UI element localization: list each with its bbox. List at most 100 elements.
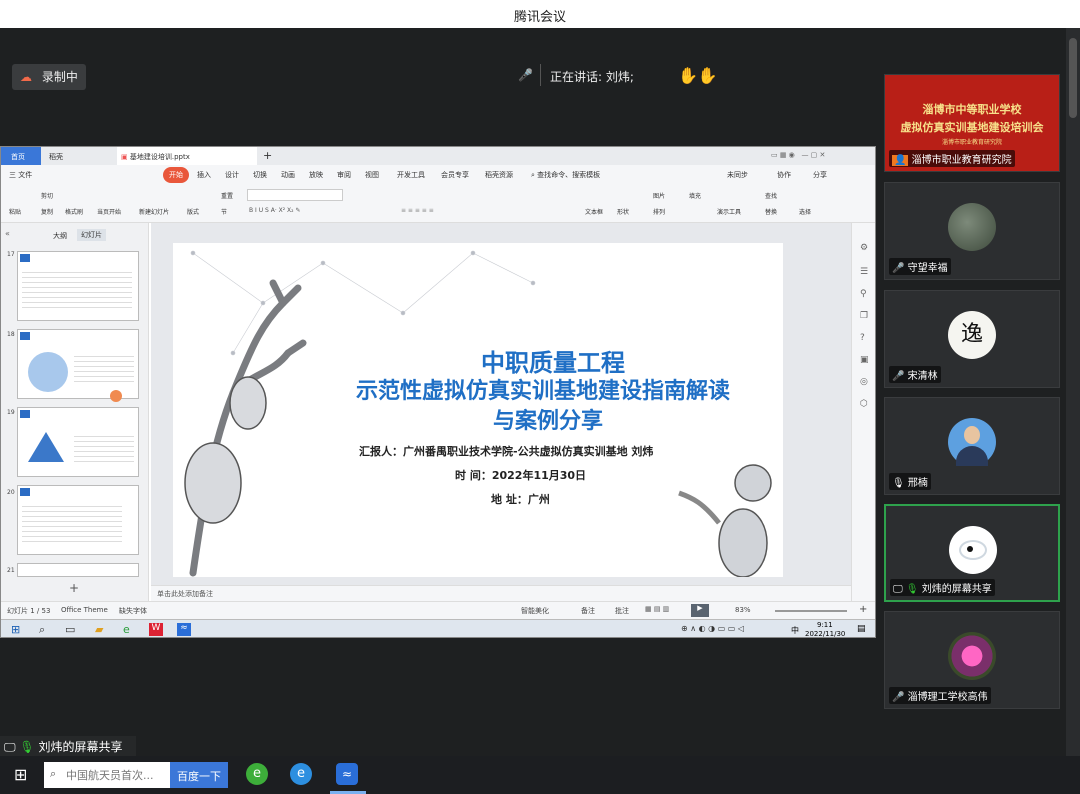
ribbon-textbox[interactable]: 文本框 xyxy=(585,207,603,216)
ribbon-select[interactable]: 选择 xyxy=(799,207,811,216)
align-icons[interactable]: ≡ ≡ ≡ ≡ ≡ xyxy=(401,207,434,214)
ribbon-picture[interactable]: 图片 xyxy=(653,191,665,200)
slide-thumbnail[interactable] xyxy=(17,485,139,555)
notes-toggle[interactable]: 备注 xyxy=(581,606,595,616)
recording-indicator[interactable]: ☁ 录制中 xyxy=(12,64,86,90)
collab-button[interactable]: 协作 xyxy=(777,170,791,180)
slide-thumbnail[interactable] xyxy=(17,407,139,477)
comments-toggle[interactable]: 批注 xyxy=(615,606,629,616)
participant-tile[interactable]: 逸 🎤 宋清林 xyxy=(884,290,1060,388)
menu-review[interactable]: 审阅 xyxy=(337,170,351,180)
browser-icon[interactable]: e xyxy=(123,623,130,636)
ime-indicator[interactable]: 中 xyxy=(791,625,799,636)
menu-design[interactable]: 设计 xyxy=(225,170,239,180)
slide-thumbnail[interactable] xyxy=(17,251,139,321)
participant-name-label: 淄博理工学校高伟 xyxy=(907,692,988,703)
participant-tile[interactable]: 🎤 守望幸福 xyxy=(884,182,1060,280)
tray-icons[interactable]: ⊕ ∧ ◐ ◑ ▭ ▭ ◁ xyxy=(681,624,744,633)
menu-docer-res[interactable]: 稻壳资源 xyxy=(485,170,513,180)
format-icons[interactable]: B I U S A· X² X₂ ✎ xyxy=(249,207,301,214)
tab-slides[interactable]: 幻灯片 xyxy=(77,229,106,241)
menu-slideshow[interactable]: 放映 xyxy=(309,170,323,180)
ribbon-find[interactable]: 查找 xyxy=(765,191,777,200)
thumb-diagram xyxy=(28,352,68,392)
menu-transition[interactable]: 切换 xyxy=(253,170,267,180)
notification-icon[interactable]: ▤ xyxy=(857,624,866,634)
windows-start-icon[interactable]: ⊞ xyxy=(14,765,27,784)
style-icon[interactable]: ⚙ xyxy=(860,243,868,253)
menu-start[interactable]: 开始 xyxy=(163,167,189,183)
browser-360-icon[interactable]: e xyxy=(246,763,268,785)
sync-status[interactable]: 未同步 xyxy=(727,170,748,180)
scrollbar-thumb[interactable] xyxy=(1069,38,1077,118)
command-search[interactable]: ⌕ 查找命令、搜索模板 xyxy=(531,170,600,180)
menu-devtools[interactable]: 开发工具 xyxy=(397,170,425,180)
tab-docer[interactable]: 稻壳 xyxy=(49,152,63,162)
ie-browser-icon[interactable]: e xyxy=(290,763,312,785)
participant-tile[interactable]: 🎙 邢楠 xyxy=(884,397,1060,495)
zoom-slider[interactable] xyxy=(775,610,847,612)
share-button[interactable]: 分享 xyxy=(813,170,827,180)
image-icon[interactable]: ▣ xyxy=(860,355,869,365)
ribbon-copy[interactable]: 复制 xyxy=(41,207,53,216)
collapse-icon[interactable]: « xyxy=(5,229,10,238)
location-icon[interactable]: ◎ xyxy=(860,377,868,387)
menu-animation[interactable]: 动画 xyxy=(281,170,295,180)
slide-thumbnail[interactable] xyxy=(17,329,139,402)
participants-scrollbar[interactable] xyxy=(1066,28,1080,756)
ribbon-format-painter[interactable]: 格式刷 xyxy=(65,207,83,216)
tab-pptx[interactable]: ▣ 基地建设培训.pptx xyxy=(117,147,257,165)
tencent-meeting-icon[interactable]: ≈ xyxy=(336,763,358,785)
settings-icon[interactable]: ☰ xyxy=(860,267,868,277)
ribbon-cut[interactable]: 剪切 xyxy=(41,191,53,200)
taskbar-search-input[interactable]: ⌕ 中国航天员首次... xyxy=(44,762,170,788)
zoom-in-icon[interactable]: + xyxy=(859,604,867,615)
participant-tile[interactable]: 淄博市中等职业学校 虚拟仿真实训基地建设培训会 淄博市职业教育研究院 👤 淄博市… xyxy=(884,74,1060,172)
theme-name: Office Theme xyxy=(61,606,108,614)
menu-file[interactable]: 三 文件 xyxy=(9,170,32,180)
view-buttons[interactable]: ▦ ▤ ▥ xyxy=(645,605,669,613)
play-slideshow-icon[interactable]: ▶ xyxy=(691,604,709,617)
tab-outline[interactable]: 大纲 xyxy=(53,231,67,241)
pin-icon[interactable]: ⚲ xyxy=(860,289,867,299)
ribbon-replace[interactable]: 替换 xyxy=(765,207,777,216)
ribbon-arrange[interactable]: 排列 xyxy=(653,207,665,216)
search-icon: ⌕ xyxy=(50,767,57,780)
participant-tile-active[interactable]: 🖵 🎙 刘炜的屏幕共享 xyxy=(884,504,1060,602)
font-box[interactable] xyxy=(247,189,343,201)
ribbon-shape[interactable]: 形状 xyxy=(617,207,629,216)
add-slide-button[interactable]: + xyxy=(69,581,79,595)
current-slide[interactable]: 中职质量工程 示范性虚拟仿真实训基地建设指南解读 与案例分享 汇报人：广州番禺职… xyxy=(173,243,783,577)
wps-icon[interactable]: W xyxy=(149,623,163,636)
baidu-search-button[interactable]: 百度一下 xyxy=(170,762,228,788)
ribbon-new-slide[interactable]: 新建幻灯片 xyxy=(139,207,169,216)
slide-thumbnail[interactable] xyxy=(17,563,139,577)
start-icon[interactable]: ⊞ xyxy=(11,623,20,636)
add-slide-plus-icon[interactable] xyxy=(110,390,122,402)
ribbon-reset[interactable]: 重置 xyxy=(221,191,233,200)
ribbon-present-tools[interactable]: 演示工具 xyxy=(717,207,741,216)
ribbon-play-current[interactable]: 当页开始 xyxy=(97,207,121,216)
menu-insert[interactable]: 插入 xyxy=(197,170,211,180)
ribbon-paste[interactable]: 粘贴 xyxy=(9,207,21,216)
notes-area[interactable]: 单击此处添加备注 xyxy=(151,585,851,601)
help-icon[interactable]: ? xyxy=(860,333,865,343)
window-controls[interactable]: ▭ ▦ ◉ — ▢ ✕ xyxy=(771,151,825,159)
search-icon[interactable]: ⌕ xyxy=(39,623,45,637)
ribbon-fill[interactable]: 填充 xyxy=(689,191,701,200)
missing-fonts[interactable]: 缺失字体 xyxy=(119,606,147,616)
ribbon-layout[interactable]: 版式 xyxy=(187,207,199,216)
recording-label: 录制中 xyxy=(41,70,78,84)
taskview-icon[interactable]: ▭ xyxy=(65,623,75,636)
smart-beautify[interactable]: 智能美化 xyxy=(521,606,549,616)
new-tab-button[interactable]: + xyxy=(263,149,272,162)
meeting-app-icon[interactable]: ≈ xyxy=(177,623,191,636)
menu-member[interactable]: 会员专享 xyxy=(441,170,469,180)
tab-home[interactable]: 首页 xyxy=(1,147,41,165)
participant-tile[interactable]: 🎤 淄博理工学校高伟 xyxy=(884,611,1060,709)
ribbon-section[interactable]: 节 xyxy=(221,207,227,216)
explorer-icon[interactable]: ▰ xyxy=(95,623,103,636)
menu-view[interactable]: 视图 xyxy=(365,170,379,180)
copy-icon[interactable]: ❐ xyxy=(860,311,868,321)
cube-icon[interactable]: ⬡ xyxy=(860,399,868,409)
